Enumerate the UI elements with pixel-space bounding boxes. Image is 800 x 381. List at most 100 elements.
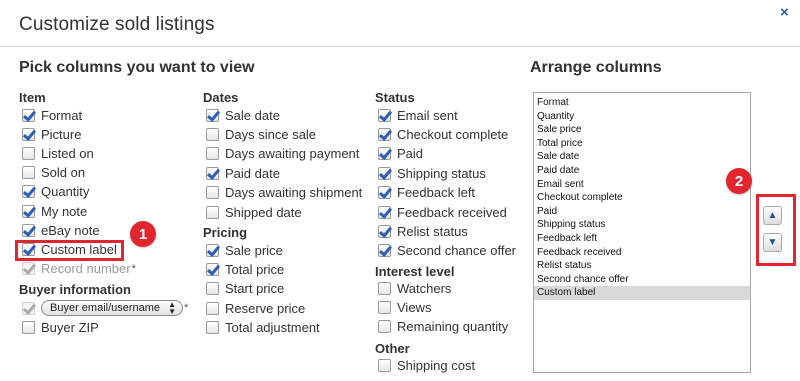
option-listed-on[interactable]: Listed on — [22, 144, 94, 162]
days-awaiting-payment-checkbox[interactable] — [206, 147, 219, 161]
option-days-since-sale[interactable]: Days since sale — [206, 125, 316, 143]
paid-label: Paid — [397, 146, 424, 162]
second-chance-offer-checkbox[interactable] — [378, 244, 391, 258]
option-quantity[interactable]: Quantity — [22, 183, 89, 201]
checkout-complete-checkbox[interactable] — [378, 127, 391, 141]
sale-date-checkbox[interactable] — [206, 108, 219, 122]
shipping-cost-label: Shipping cost — [397, 357, 476, 373]
option-shipping-status[interactable]: Shipping status — [378, 164, 486, 182]
start-price-checkbox[interactable] — [206, 282, 219, 296]
watchers-checkbox[interactable] — [378, 281, 391, 295]
arrange-item-paid[interactable]: Paid — [534, 205, 750, 219]
days-awaiting-shipment-checkbox[interactable] — [206, 186, 219, 200]
days-awaiting-payment-label: Days awaiting payment — [225, 146, 360, 162]
option-my-note[interactable]: My note — [22, 202, 87, 220]
my-note-checkbox[interactable] — [22, 204, 35, 218]
remaining-quantity-checkbox[interactable] — [378, 320, 391, 334]
buyer-zip-checkbox[interactable] — [22, 320, 35, 334]
arrange-item-custom-label[interactable]: Custom label — [534, 286, 750, 300]
arrange-item-paid-date[interactable]: Paid date — [534, 164, 750, 178]
picture-checkbox[interactable] — [22, 127, 35, 141]
required-star: * — [131, 262, 136, 275]
option-days-awaiting-shipment[interactable]: Days awaiting shipment — [206, 184, 362, 202]
option-total-price[interactable]: Total price — [206, 260, 284, 278]
arrange-item-second-chance-offer[interactable]: Second chance offer — [534, 273, 750, 287]
arrange-item-sale-date[interactable]: Sale date — [534, 150, 750, 164]
reserve-price-checkbox[interactable] — [206, 301, 219, 315]
arrange-item-email-sent[interactable]: Email sent — [534, 178, 750, 192]
custom-label-highlight — [15, 240, 124, 261]
days-since-sale-checkbox[interactable] — [206, 127, 219, 141]
total-price-checkbox[interactable] — [206, 262, 219, 276]
option-shipped-date[interactable]: Shipped date — [206, 203, 302, 221]
views-checkbox[interactable] — [378, 300, 391, 314]
arrange-item-shipping-status[interactable]: Shipping status — [534, 218, 750, 232]
arrange-item-feedback-received[interactable]: Feedback received — [534, 246, 750, 260]
shipping-status-label: Shipping status — [397, 165, 486, 181]
option-watchers[interactable]: Watchers — [378, 279, 451, 297]
feedback-left-checkbox[interactable] — [378, 186, 391, 200]
option-feedback-left[interactable]: Feedback left — [378, 184, 475, 202]
option-paid-date[interactable]: Paid date — [206, 164, 280, 182]
option-checkout-complete[interactable]: Checkout complete — [378, 125, 508, 143]
shipped-date-checkbox[interactable] — [206, 205, 219, 219]
buyer-info-select[interactable]: Buyer email/username ▲ ▼ — [41, 300, 183, 316]
listed-on-checkbox[interactable] — [22, 146, 35, 160]
group-heading-dates: Dates — [203, 90, 239, 105]
group-heading-interest: Interest level — [375, 264, 455, 279]
arrow-up-icon[interactable]: ▲ — [763, 206, 782, 225]
option-format[interactable]: Format — [22, 106, 82, 124]
arrange-columns-list[interactable]: Format Quantity Sale price Total price Sale … — [533, 92, 751, 373]
arrange-item-checkout-complete[interactable]: Checkout complete — [534, 191, 750, 205]
total-adjustment-checkbox[interactable] — [206, 321, 219, 335]
ebay-note-label: eBay note — [41, 222, 100, 238]
option-feedback-received[interactable]: Feedback received — [378, 203, 507, 221]
arrange-item-feedback-left[interactable]: Feedback left — [534, 232, 750, 246]
buyer-zip-label: Buyer ZIP — [41, 319, 99, 335]
option-email-sent[interactable]: Email sent — [378, 106, 458, 124]
sold-on-checkbox[interactable] — [22, 166, 35, 180]
buyer-select-value: Buyer email/username — [50, 302, 161, 314]
shipping-status-checkbox[interactable] — [378, 166, 391, 180]
option-paid[interactable]: Paid — [378, 145, 423, 163]
arrange-item-total-price[interactable]: Total price — [534, 137, 750, 151]
arrange-item-relist-status[interactable]: Relist status — [534, 259, 750, 273]
arrange-item-sale-price[interactable]: Sale price — [534, 123, 750, 137]
option-second-chance-offer[interactable]: Second chance offer — [378, 242, 516, 260]
dialog-title: Customize sold listings — [19, 14, 215, 35]
option-views[interactable]: Views — [378, 298, 431, 316]
option-start-price[interactable]: Start price — [206, 280, 284, 298]
reserve-price-label: Reserve price — [225, 300, 306, 316]
group-heading-buyer: Buyer information — [19, 282, 131, 297]
feedback-received-checkbox[interactable] — [378, 205, 391, 219]
move-buttons-highlight — [756, 194, 796, 266]
option-picture[interactable]: Picture — [22, 125, 81, 143]
format-checkbox[interactable] — [22, 108, 35, 122]
arrange-item-quantity[interactable]: Quantity — [534, 110, 750, 124]
quantity-checkbox[interactable] — [22, 185, 35, 199]
shipping-cost-checkbox[interactable] — [378, 358, 391, 372]
option-days-awaiting-payment[interactable]: Days awaiting payment — [206, 145, 359, 163]
paid-date-label: Paid date — [225, 165, 280, 181]
relist-status-checkbox[interactable] — [378, 224, 391, 238]
option-sale-price[interactable]: Sale price — [206, 241, 283, 259]
ebay-note-checkbox[interactable] — [22, 223, 35, 237]
arrange-item-format[interactable]: Format — [534, 96, 750, 110]
option-total-adjustment[interactable]: Total adjustment — [206, 319, 320, 337]
paid-date-checkbox[interactable] — [206, 166, 219, 180]
required-star: * — [183, 302, 189, 314]
option-ebay-note[interactable]: eBay note — [22, 221, 100, 239]
option-shipping-cost[interactable]: Shipping cost — [378, 356, 475, 374]
email-sent-checkbox[interactable] — [378, 108, 391, 122]
option-sale-date[interactable]: Sale date — [206, 106, 280, 124]
close-icon[interactable]: × — [780, 4, 789, 21]
sale-price-checkbox[interactable] — [206, 243, 219, 257]
option-sold-on[interactable]: Sold on — [22, 164, 85, 182]
second-chance-offer-label: Second chance offer — [397, 243, 517, 259]
buyer-zip-option[interactable]: Buyer ZIP — [22, 318, 99, 336]
paid-checkbox[interactable] — [378, 147, 391, 161]
option-remaining-quantity[interactable]: Remaining quantity — [378, 318, 508, 336]
option-relist-status[interactable]: Relist status — [378, 222, 468, 240]
option-reserve-price[interactable]: Reserve price — [206, 299, 305, 317]
arrow-down-icon[interactable]: ▼ — [763, 233, 782, 252]
